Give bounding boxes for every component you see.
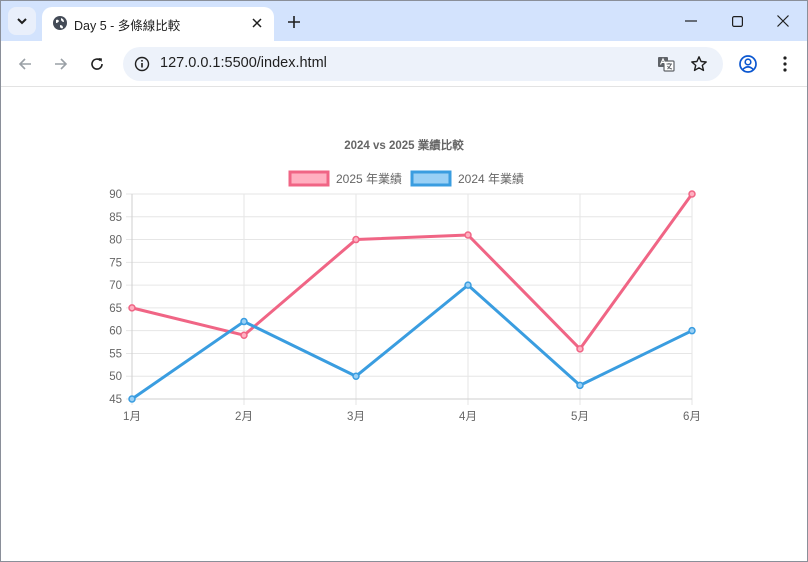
legend-swatch (410, 170, 452, 187)
maximize-icon (731, 15, 743, 27)
minimize-icon (685, 20, 697, 22)
plus-icon (288, 16, 300, 28)
data-point[interactable] (240, 331, 248, 339)
info-icon (134, 56, 150, 72)
reload-button[interactable] (83, 50, 111, 78)
url-text: 127.0.0.1:5500/index.html (160, 55, 327, 71)
series-line (131, 283, 693, 401)
tab-title: Day 5 - 多條線比較 (74, 19, 181, 33)
series-0 (128, 190, 696, 353)
y-tick-label: 60 (109, 326, 122, 338)
x-tick-label: 5月 (571, 411, 589, 423)
x-tick-label: 1月 (123, 411, 141, 423)
data-point[interactable] (688, 326, 696, 335)
y-tick-label: 80 (109, 235, 122, 247)
forward-button[interactable] (47, 50, 75, 78)
address-bar[interactable]: 127.0.0.1:5500/index.html (123, 47, 723, 81)
legend-label: 2025 年業績 (336, 172, 402, 186)
data-point[interactable] (576, 345, 584, 353)
x-axis-ticks: 1月 2月 3月 4月 5月 6月 (123, 411, 701, 423)
close-tab-button[interactable] (248, 14, 266, 32)
browser-window: Day 5 - 多條線比較 127.0.0.1:5500/index.html … (0, 0, 808, 562)
series (128, 190, 696, 403)
legend-item[interactable]: 2024 年業績 (410, 170, 524, 187)
star-icon (691, 56, 707, 72)
maximize-button[interactable] (715, 7, 759, 35)
translate-button[interactable] (655, 53, 677, 75)
y-tick-label: 45 (109, 394, 122, 406)
legend-label: 2024 年業績 (458, 172, 524, 186)
y-axis-ticks: 45 50 55 60 65 70 75 80 85 90 (109, 189, 122, 406)
line-chart: 2024 vs 2025 業績比較 2025 年業績 2024 年業績 45 50 5… (109, 138, 701, 423)
tab-search-icon (17, 18, 27, 25)
data-point[interactable] (464, 231, 472, 239)
y-tick-label: 50 (109, 371, 122, 383)
data-point[interactable] (128, 395, 136, 403)
back-icon (18, 58, 31, 70)
bookmark-button[interactable] (688, 53, 710, 75)
chart-title: 2024 vs 2025 業績比較 (344, 138, 464, 152)
globe-icon (53, 16, 67, 30)
y-tick-label: 55 (109, 348, 122, 360)
y-tick-label: 70 (109, 280, 122, 292)
close-icon (777, 15, 789, 27)
active-tab[interactable]: Day 5 - 多條線比較 (42, 7, 274, 41)
data-point[interactable] (464, 281, 472, 289)
y-tick-label: 85 (109, 212, 122, 224)
close-icon (252, 18, 262, 28)
menu-button[interactable] (771, 50, 799, 78)
data-point[interactable] (576, 381, 584, 390)
profile-button[interactable] (734, 50, 762, 78)
translate-icon (658, 57, 675, 72)
legend: 2025 年業績 2024 年業績 (288, 170, 524, 187)
profile-icon (739, 55, 757, 73)
page-content: 2024 vs 2025 業績比較 2025 年業績 2024 年業績 45 50 5… (1, 88, 807, 561)
data-point[interactable] (688, 190, 696, 198)
y-tick-label: 65 (109, 303, 122, 315)
series-1 (128, 281, 696, 403)
tab-search-button[interactable] (8, 7, 36, 35)
tab-strip: Day 5 - 多條線比較 (1, 1, 807, 41)
site-info-button[interactable] (131, 53, 153, 75)
forward-icon (55, 58, 68, 70)
data-point[interactable] (352, 235, 360, 244)
legend-swatch (288, 170, 330, 187)
back-button[interactable] (11, 50, 39, 78)
minimize-button[interactable] (669, 7, 713, 35)
reload-icon (91, 58, 103, 70)
data-point[interactable] (352, 372, 360, 380)
legend-item[interactable]: 2025 年業績 (288, 170, 402, 187)
data-point[interactable] (240, 317, 248, 326)
close-window-button[interactable] (761, 7, 805, 35)
menu-icon (783, 56, 787, 72)
y-tick-label: 90 (109, 189, 122, 201)
new-tab-button[interactable] (283, 11, 305, 33)
data-point[interactable] (128, 304, 136, 312)
x-tick-label: 4月 (459, 411, 477, 423)
browser-toolbar: 127.0.0.1:5500/index.html (1, 41, 807, 87)
x-tick-label: 2月 (235, 411, 253, 423)
y-tick-label: 75 (109, 257, 122, 269)
x-tick-label: 3月 (347, 411, 365, 423)
x-tick-label: 6月 (683, 411, 701, 423)
